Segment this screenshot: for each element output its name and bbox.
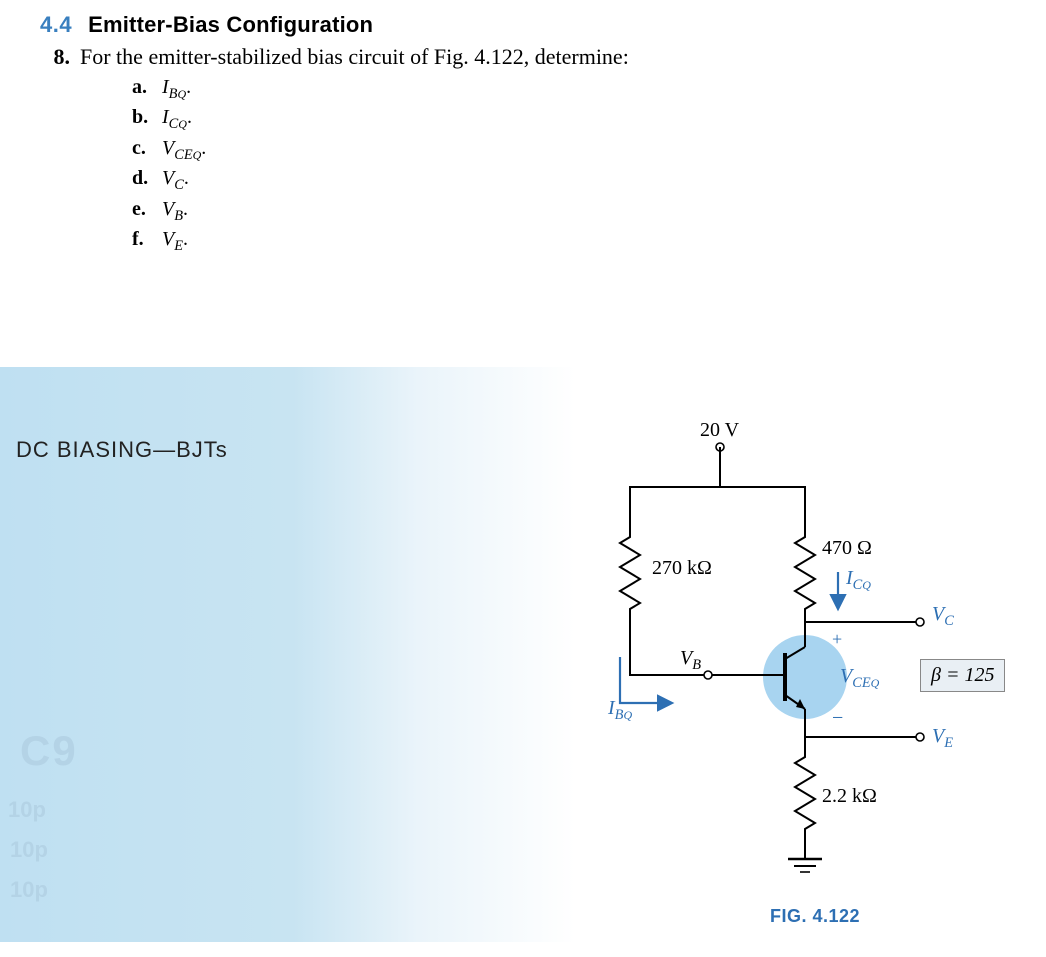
figure-4-122: 20 V 270 kΩ 470 Ω 2.2 kΩ IBQ ICQ VCEQ VB… (560, 407, 1030, 927)
problem-text: For the emitter-stabilized bias circuit … (80, 44, 629, 70)
background-ref-3: 10p (10, 877, 48, 903)
chapter-panel: DC BIASING—BJTs C9 10p 10p 10p (0, 367, 1046, 942)
label-vb: VB (680, 647, 701, 674)
sub-item-letter: f. (132, 226, 152, 256)
chapter-title: DC BIASING—BJTs (16, 437, 228, 463)
problem-sub-item: b. ICQ. (132, 104, 1006, 134)
problem-number: 8. (40, 44, 70, 70)
label-ve: VE (932, 725, 953, 752)
problem-sub-item: a. IBQ. (132, 74, 1006, 104)
background-ref-1: 10p (8, 797, 46, 823)
label-re: 2.2 kΩ (822, 785, 877, 808)
label-rb: 270 kΩ (652, 557, 712, 580)
label-plus: + (832, 629, 842, 650)
section-title: Emitter-Bias Configuration (88, 12, 373, 38)
sub-item-letter: c. (132, 135, 152, 165)
label-ibq: IBQ (608, 697, 632, 724)
problem-sub-item: c. VCEQ. (132, 135, 1006, 165)
problem-sub-item: d. VC. (132, 165, 1006, 195)
sub-item-symbol: VC. (162, 165, 189, 195)
background-ref-c9: C9 (20, 727, 78, 775)
label-icq: ICQ (846, 567, 871, 594)
figure-caption: FIG. 4.122 (770, 906, 860, 927)
sub-item-symbol: VB. (162, 196, 188, 226)
sub-item-symbol: ICQ. (162, 104, 192, 134)
problem-sub-list: a. IBQ. b. ICQ. c. VCEQ. d. VC. e. VB. f. VE. (132, 74, 1006, 257)
sub-item-letter: e. (132, 196, 152, 226)
label-rc: 470 Ω (822, 537, 872, 560)
label-vc: VC (932, 603, 954, 630)
problem-stem: 8. For the emitter-stabilized bias circu… (40, 44, 1006, 70)
problem-sub-item: f. VE. (132, 226, 1006, 256)
sub-item-letter: b. (132, 104, 152, 134)
sub-item-letter: a. (132, 74, 152, 104)
label-beta: β = 125 (920, 659, 1005, 692)
sub-item-symbol: IBQ. (162, 74, 191, 104)
label-minus: − (832, 707, 843, 730)
sub-item-symbol: VCEQ. (162, 135, 206, 165)
section-number: 4.4 (40, 12, 72, 38)
label-vceq: VCEQ (840, 665, 879, 692)
problem-sub-item: e. VB. (132, 196, 1006, 226)
sub-item-symbol: VE. (162, 226, 188, 256)
sub-item-letter: d. (132, 165, 152, 195)
background-ref-2: 10p (10, 837, 48, 863)
label-vcc: 20 V (700, 419, 739, 442)
